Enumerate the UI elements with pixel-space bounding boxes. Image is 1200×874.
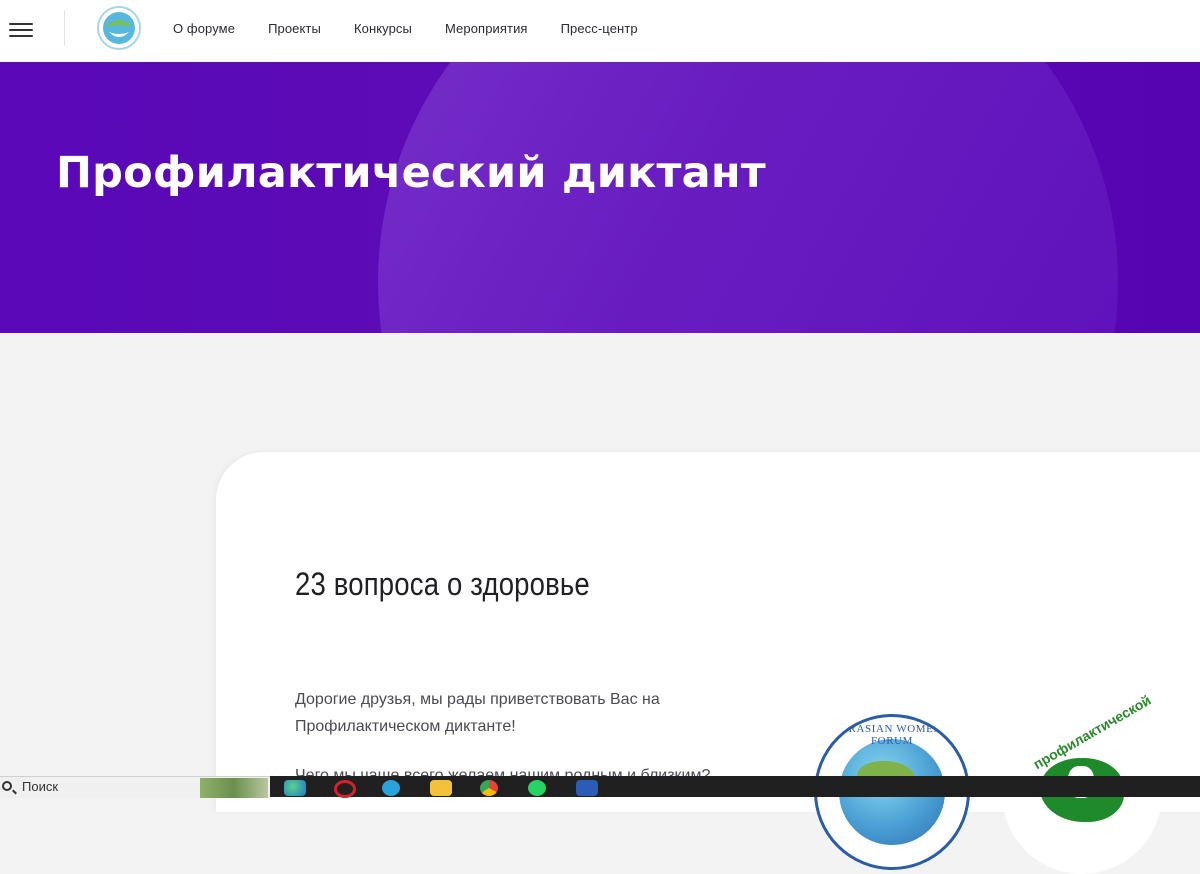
section-heading: 23 вопроса о здоровье <box>295 566 590 602</box>
nav-link-projects[interactable]: Проекты <box>268 21 321 36</box>
nav-link-events[interactable]: Мероприятия <box>445 21 528 36</box>
hamburger-menu-icon[interactable] <box>8 17 34 43</box>
hero-banner: Профилактический диктант <box>0 62 1200 333</box>
top-navbar: О форуме Проекты Конкурсы Мероприятия Пр… <box>0 0 1200 63</box>
edge-icon[interactable] <box>284 780 306 796</box>
nav-link-about[interactable]: О форуме <box>173 21 235 36</box>
intro-paragraph: Дорогие друзья, мы рады приветствовать В… <box>295 691 660 735</box>
file-explorer-icon[interactable] <box>430 780 452 796</box>
forum-logo-icon[interactable] <box>95 4 143 52</box>
word-icon[interactable] <box>576 780 598 796</box>
search-icon <box>2 781 12 791</box>
whatsapp-icon[interactable] <box>528 780 546 796</box>
nav-divider <box>64 10 65 46</box>
content-card: 23 вопроса о здоровье Дорогие друзья, мы… <box>216 452 1200 874</box>
page-title: Профилактический диктант <box>56 148 766 198</box>
search-highlight-image <box>200 778 268 798</box>
telegram-icon[interactable] <box>382 780 400 796</box>
badge-ring-text: EURASIAN WOMEN'S FORUM <box>832 723 952 747</box>
taskbar-search-box[interactable]: Поиск <box>0 776 270 798</box>
chrome-icon[interactable] <box>480 780 498 796</box>
main-nav: О форуме Проекты Конкурсы Мероприятия Пр… <box>173 0 671 56</box>
nav-link-contests[interactable]: Конкурсы <box>354 21 412 36</box>
opera-icon[interactable] <box>334 780 356 798</box>
search-label: Поиск <box>22 779 59 794</box>
nav-link-press[interactable]: Пресс-центр <box>561 21 638 36</box>
